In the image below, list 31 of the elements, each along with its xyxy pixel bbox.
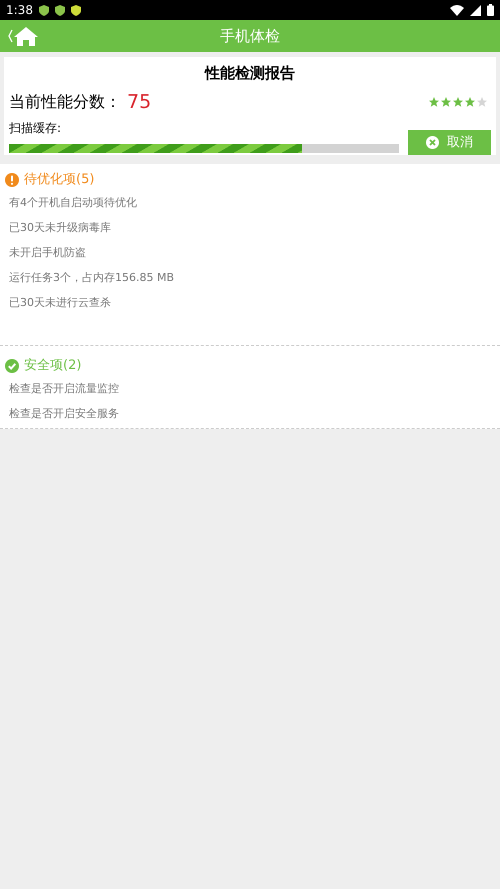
scan-label: 扫描缓存: bbox=[9, 120, 62, 137]
battery-icon bbox=[487, 4, 494, 16]
shield-icon bbox=[54, 4, 65, 16]
result-item: 已30天未进行云查杀 bbox=[9, 294, 112, 310]
close-icon bbox=[426, 136, 439, 149]
shield-icon bbox=[70, 4, 81, 16]
star-icon bbox=[440, 96, 452, 108]
result-item: 已30天未升级病毒库 bbox=[9, 220, 112, 236]
back-home-icon bbox=[7, 25, 39, 47]
wifi-icon bbox=[450, 4, 464, 16]
result-item: 检查是否开启安全服务 bbox=[9, 406, 120, 422]
star-icon bbox=[464, 96, 476, 108]
star-icon bbox=[476, 96, 488, 108]
shield-icon bbox=[38, 4, 49, 16]
section-title: 待优化项(5) bbox=[24, 171, 94, 189]
score-value: 75 bbox=[127, 90, 152, 114]
cancel-button[interactable]: 取消 bbox=[408, 130, 491, 155]
warning-icon bbox=[5, 172, 19, 187]
star-icon bbox=[428, 96, 440, 108]
star-icon bbox=[452, 96, 464, 108]
signal-icon bbox=[470, 4, 481, 16]
check-icon bbox=[5, 358, 19, 373]
header-title: 手机体检 bbox=[220, 26, 280, 47]
result-item: 检查是否开启流量监控 bbox=[9, 380, 120, 396]
result-item: 未开启手机防盗 bbox=[9, 244, 87, 260]
section-title: 安全项(2) bbox=[24, 357, 82, 375]
result-item: 有4个开机自启动项待优化 bbox=[9, 194, 138, 210]
score-label: 当前性能分数： bbox=[9, 90, 121, 113]
result-item: 运行任务3个，占内存156.85 MB bbox=[9, 270, 176, 286]
report-title: 性能检测报告 bbox=[203, 63, 296, 84]
status-time: 1:38 bbox=[6, 2, 33, 19]
